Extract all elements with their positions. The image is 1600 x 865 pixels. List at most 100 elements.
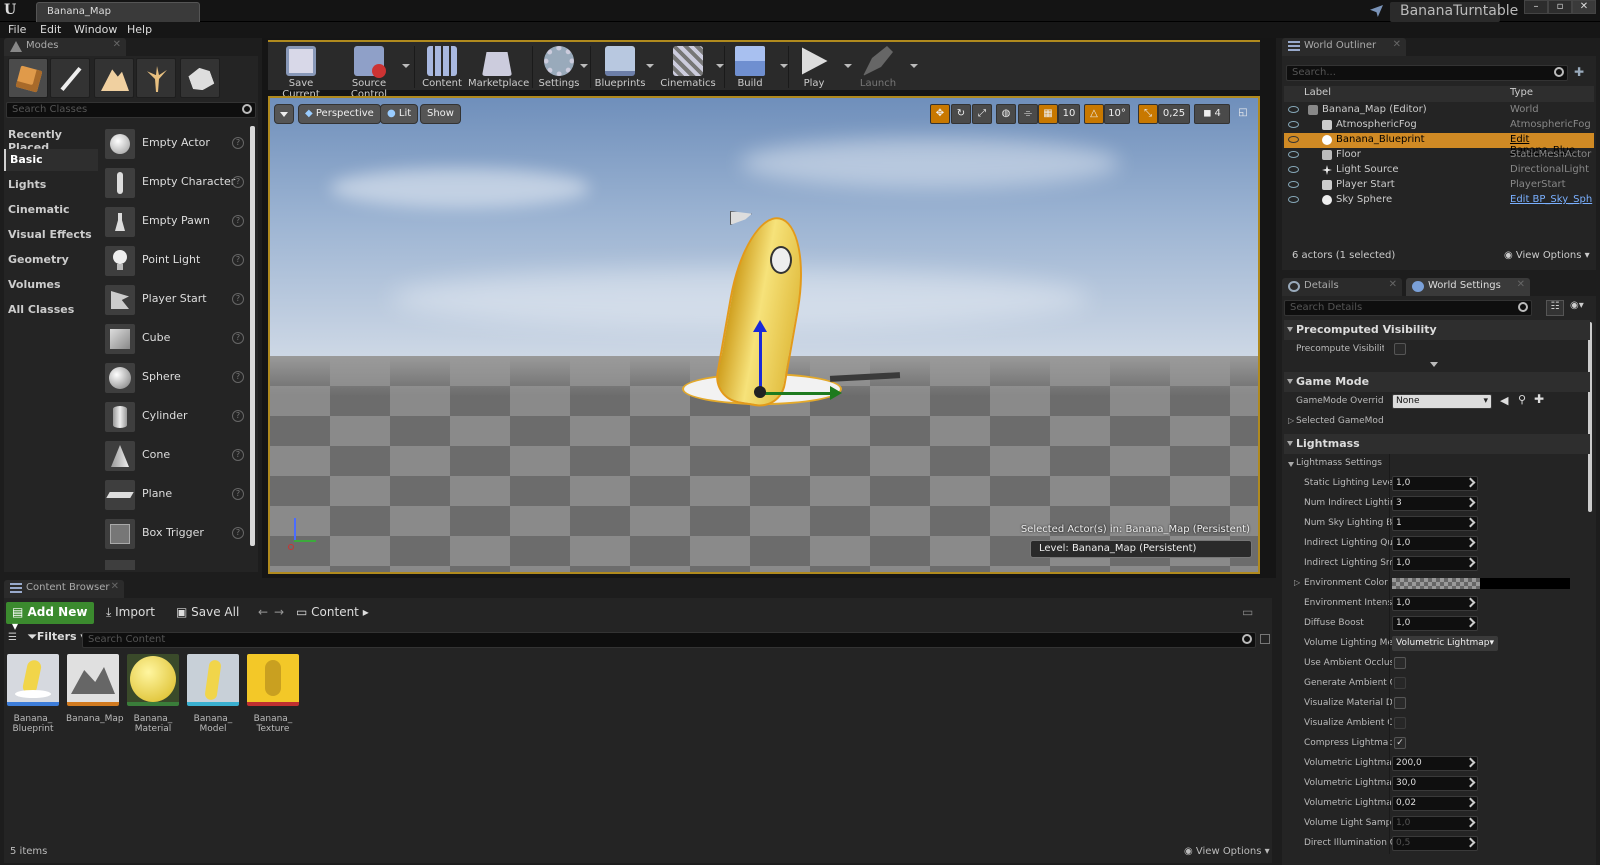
scale-tool-icon[interactable]: ⤢ bbox=[972, 104, 992, 124]
sources-toggle-icon[interactable]: ☰ bbox=[8, 632, 22, 644]
class-item-box-trigger[interactable]: Box Trigger? bbox=[102, 516, 250, 552]
import-button[interactable]: ⤓ Import bbox=[100, 602, 161, 624]
details-column-divider[interactable] bbox=[1389, 454, 1390, 854]
class-item-point-light[interactable]: Point Light? bbox=[102, 243, 250, 279]
close-icon[interactable]: ✕ bbox=[111, 581, 119, 592]
volumetric-lightmap-spherical-field[interactable]: 0,02 bbox=[1392, 796, 1478, 811]
direct-illumination-occlusion-field[interactable]: 0,5 bbox=[1392, 836, 1478, 851]
outliner-search-input[interactable]: Search... bbox=[1286, 65, 1568, 81]
tab-content-browser[interactable]: Content Browser ✕ bbox=[4, 580, 124, 598]
class-item-cube[interactable]: Cube? bbox=[102, 321, 250, 357]
class-item-empty-pawn[interactable]: Empty Pawn? bbox=[102, 204, 250, 240]
category-recently-placed[interactable]: Recently Placed bbox=[4, 124, 98, 154]
category-visual-effects[interactable]: Visual Effects bbox=[4, 224, 98, 246]
tab-world-outliner[interactable]: World Outliner ✕ bbox=[1282, 38, 1406, 56]
category-geometry[interactable]: Geometry bbox=[4, 249, 98, 271]
mode-foliage-button[interactable] bbox=[136, 58, 176, 98]
gizmo-center[interactable] bbox=[754, 386, 766, 398]
cinematics-button[interactable]: Cinematics bbox=[660, 44, 724, 92]
generate-ambient-occlusion-checkbox[interactable] bbox=[1394, 677, 1406, 689]
help-icon[interactable]: ? bbox=[232, 137, 244, 149]
color-swatch[interactable] bbox=[1480, 578, 1570, 589]
category-all-classes[interactable]: All Classes bbox=[4, 299, 98, 321]
use-ambient-occlusion-checkbox[interactable] bbox=[1394, 657, 1406, 669]
close-icon[interactable]: ✕ bbox=[113, 39, 121, 50]
level-viewport[interactable]: ◆ Perspective ● Lit Show ✥ ↻ ⤢ ◍ ⌯ ▦ 10 … bbox=[268, 96, 1260, 574]
menu-file[interactable]: File bbox=[8, 23, 26, 36]
marketplace-button[interactable]: Marketplace bbox=[468, 44, 529, 92]
volume-lighting-method-select[interactable]: Volumetric Lightmap ▾ bbox=[1392, 636, 1498, 651]
help-icon[interactable]: ? bbox=[232, 215, 244, 227]
close-button[interactable]: ✕ bbox=[1572, 0, 1596, 14]
settings-button[interactable]: Settings bbox=[536, 44, 588, 92]
asset-banana-texture[interactable]: Banana_ Texture bbox=[246, 654, 300, 734]
gizmo-z-axis[interactable] bbox=[759, 328, 762, 390]
help-icon[interactable]: ? bbox=[232, 527, 244, 539]
outliner-row[interactable]: Banana_Map (Editor) World bbox=[1284, 103, 1594, 118]
use-selected-arrow-icon[interactable]: ◀ bbox=[1500, 394, 1508, 407]
save-search-icon[interactable] bbox=[1260, 634, 1270, 644]
build-button[interactable]: Build bbox=[730, 44, 788, 92]
maximize-viewport-icon[interactable]: ◱ bbox=[1234, 104, 1252, 124]
search-content-input[interactable]: Search Content bbox=[82, 632, 1256, 648]
translate-tool-icon[interactable]: ✥ bbox=[930, 104, 950, 124]
viewport-options-button[interactable] bbox=[274, 104, 294, 124]
visualize-material-diffuse-checkbox[interactable] bbox=[1394, 697, 1406, 709]
eye-icon[interactable] bbox=[1288, 121, 1299, 128]
lock-icon[interactable]: ▭ bbox=[1236, 602, 1259, 624]
add-actor-icon[interactable]: ✚ bbox=[1574, 65, 1590, 81]
camera-speed-button[interactable]: ◼ 4 bbox=[1194, 104, 1230, 124]
lit-button[interactable]: ● Lit bbox=[380, 104, 419, 124]
mode-geometry-button[interactable] bbox=[180, 58, 220, 98]
source-control-button[interactable]: Source Control bbox=[336, 44, 410, 100]
help-icon[interactable]: ? bbox=[232, 254, 244, 266]
launch-button[interactable]: Launch bbox=[856, 44, 918, 92]
document-tab[interactable]: Banana_Map bbox=[36, 2, 200, 22]
surface-snap-icon[interactable]: ⌯ bbox=[1018, 104, 1038, 124]
close-icon[interactable]: ✕ bbox=[1389, 279, 1397, 290]
outliner-row[interactable]: Floor StaticMeshActor bbox=[1284, 148, 1594, 163]
gamemode-override-select[interactable]: None ▾ bbox=[1392, 394, 1492, 409]
eye-icon[interactable] bbox=[1288, 151, 1299, 158]
lightmass-settings-row[interactable]: Lightmass Settings bbox=[1284, 454, 1590, 474]
selected-gamemode-row[interactable]: ▷ Selected GameMode bbox=[1284, 412, 1590, 432]
mode-paint-button[interactable] bbox=[50, 58, 90, 98]
outliner-row-selected[interactable]: Banana_Blueprint Edit Banana_Blue bbox=[1284, 133, 1594, 156]
scale-snap-icon[interactable]: ⤡ bbox=[1138, 104, 1158, 124]
static-lighting-level-field[interactable]: 1,0 bbox=[1392, 476, 1478, 491]
world-space-icon[interactable]: ◍ bbox=[996, 104, 1016, 124]
category-volumes[interactable]: Volumes bbox=[4, 274, 98, 296]
eye-icon[interactable] bbox=[1288, 136, 1299, 143]
save-current-button[interactable]: Save Current bbox=[272, 44, 330, 100]
asset-banana-model[interactable]: Banana_ Model bbox=[186, 654, 240, 734]
add-plus-icon[interactable]: ✚ bbox=[1534, 392, 1544, 406]
diffuse-boost-field[interactable]: 1,0 bbox=[1392, 616, 1478, 631]
grid-snap-value[interactable]: 10 bbox=[1058, 104, 1080, 124]
gizmo-y-axis[interactable] bbox=[760, 392, 832, 395]
perspective-button[interactable]: ◆ Perspective bbox=[298, 104, 381, 124]
search-classes-input[interactable]: Search Classes bbox=[6, 102, 256, 118]
eye-icon[interactable] bbox=[1288, 196, 1299, 203]
show-button[interactable]: Show bbox=[420, 104, 461, 124]
browse-search-icon[interactable]: ⚲ bbox=[1518, 393, 1526, 406]
outliner-row[interactable]: Player Start PlayerStart bbox=[1284, 178, 1594, 193]
precompute-visibility-checkbox[interactable] bbox=[1394, 343, 1406, 355]
color-swatch-alpha[interactable] bbox=[1392, 578, 1480, 589]
visualize-ambient-occlusion-checkbox[interactable] bbox=[1394, 717, 1406, 729]
num-indirect-lighting-field[interactable]: 3 bbox=[1392, 496, 1478, 511]
content-button[interactable]: Content bbox=[420, 44, 464, 92]
asset-banana-material[interactable]: Banana_ Material bbox=[126, 654, 180, 734]
volume-light-sample-field[interactable]: 1,0 bbox=[1392, 816, 1478, 831]
class-item-empty-actor[interactable]: Empty Actor? bbox=[102, 126, 250, 162]
eye-icon[interactable] bbox=[1288, 106, 1299, 113]
indirect-lighting-quality-field[interactable]: 1,0 bbox=[1392, 536, 1478, 551]
modes-scrollbar[interactable] bbox=[250, 126, 255, 546]
details-view-options-icon[interactable]: ◉▾ bbox=[1570, 300, 1584, 311]
rotate-tool-icon[interactable]: ↻ bbox=[951, 104, 971, 124]
outliner-row[interactable]: Sky Sphere Edit BP_Sky_Sph bbox=[1284, 193, 1594, 208]
forward-button[interactable]: → bbox=[268, 602, 290, 624]
eye-icon[interactable] bbox=[1288, 166, 1299, 173]
play-button[interactable]: Play bbox=[792, 44, 852, 92]
environment-intensity-field[interactable]: 1,0 bbox=[1392, 596, 1478, 611]
help-icon[interactable]: ? bbox=[232, 449, 244, 461]
